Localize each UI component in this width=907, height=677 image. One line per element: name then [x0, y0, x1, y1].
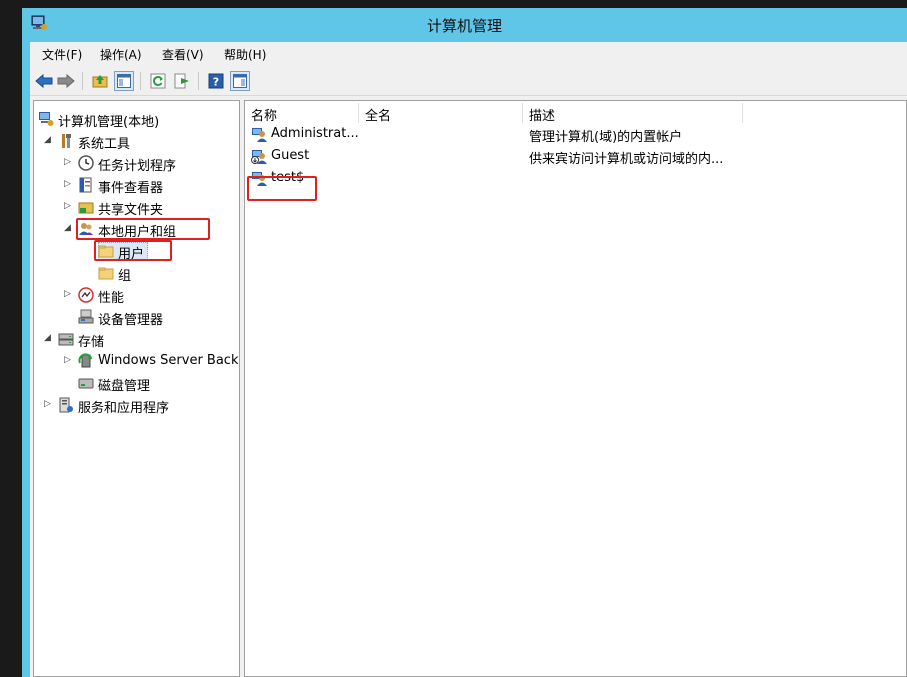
show-hide-action-pane-icon[interactable] — [230, 71, 250, 91]
window-title: 计算机管理 — [426, 17, 502, 35]
up-folder-icon[interactable] — [90, 71, 110, 91]
annotation-highlight-test-user — [247, 176, 317, 201]
backup-icon — [78, 353, 94, 369]
collapse-arrow-icon[interactable]: ◢ — [44, 333, 54, 345]
title-bar[interactable]: 计算机管理 — [22, 8, 907, 40]
cell-name: Administrat... — [271, 126, 359, 141]
tools-icon — [58, 133, 74, 149]
column-header-name[interactable]: 名称 — [245, 103, 359, 124]
tree-label: 服务和应用程序 — [78, 401, 170, 416]
menu-help[interactable]: 帮助(H) — [224, 46, 266, 63]
storage-icon — [58, 331, 74, 347]
expand-arrow-icon[interactable]: ▷ — [64, 179, 74, 191]
menu-view[interactable]: 查看(V) — [162, 46, 204, 63]
tree-node-system-tools[interactable]: ◢ 系统工具 — [36, 131, 236, 152]
column-header-full-name[interactable]: 全名 — [359, 103, 523, 124]
tree-label: 性能 — [98, 291, 125, 306]
tree-node-task-scheduler[interactable]: ▷ 任务计划程序 — [36, 153, 236, 174]
collapse-arrow-icon[interactable]: ◢ — [44, 135, 54, 147]
content-area: 计算机管理(本地) ◢ 系统工具 ▷ 任务计划程序 ▷ 事件查看器 ▷ 共享文件… — [30, 96, 907, 677]
tree-label: 组 — [118, 269, 132, 284]
tree-node-disk-management[interactable]: 磁盘管理 — [36, 373, 236, 394]
services-icon — [58, 397, 74, 413]
toolbar: ? — [30, 66, 907, 96]
tree-label: 系统工具 — [78, 137, 131, 152]
user-icon — [251, 126, 267, 142]
svg-text:?: ? — [213, 76, 219, 89]
tree-node-performance[interactable]: ▷ 性能 — [36, 285, 236, 306]
expand-arrow-icon[interactable]: ▷ — [64, 355, 74, 367]
cell-description: 供来宾访问计算机或访问域的内... — [529, 152, 724, 167]
tree-node-device-manager[interactable]: 设备管理器 — [36, 307, 236, 328]
list-row-user[interactable]: test$ — [245, 167, 906, 189]
expand-arrow-icon[interactable]: ▷ — [44, 399, 54, 411]
tree-node-storage[interactable]: ◢ 存储 — [36, 329, 236, 350]
console-tree[interactable]: 计算机管理(本地) ◢ 系统工具 ▷ 任务计划程序 ▷ 事件查看器 ▷ 共享文件… — [33, 100, 240, 677]
forward-arrow-icon[interactable] — [56, 71, 76, 91]
tree-node-groups[interactable]: 组 — [36, 263, 236, 284]
collapse-arrow-icon[interactable]: ◢ — [64, 223, 74, 235]
tree-label: 存储 — [78, 335, 105, 350]
help-icon[interactable]: ? — [206, 71, 226, 91]
details-list[interactable]: 名称 全名 描述 Administrat... 管理计算机(域)的内置帐户 Gu… — [244, 100, 907, 677]
export-list-icon[interactable] — [172, 71, 192, 91]
annotation-highlight-local-users — [76, 218, 210, 240]
menu-action[interactable]: 操作(A) — [100, 46, 142, 63]
tree-label: 计算机管理(本地) — [58, 115, 160, 130]
tree-node-event-viewer[interactable]: ▷ 事件查看器 — [36, 175, 236, 196]
user-disabled-icon — [251, 148, 267, 164]
tree-label: 任务计划程序 — [98, 159, 177, 174]
tree-label: 共享文件夹 — [98, 203, 164, 218]
tree-node-services-applications[interactable]: ▷ 服务和应用程序 — [36, 395, 236, 416]
computer-management-icon — [38, 111, 54, 127]
tree-label: Windows Server Back — [98, 353, 239, 368]
device-manager-icon — [78, 309, 94, 325]
refresh-icon[interactable] — [148, 71, 168, 91]
cell-description: 管理计算机(域)的内置帐户 — [529, 130, 683, 145]
list-row-user[interactable]: Guest 供来宾访问计算机或访问域的内... — [245, 145, 906, 167]
tree-label: 事件查看器 — [98, 181, 164, 196]
menu-bar: 文件(F) 操作(A) 查看(V) 帮助(H) — [30, 42, 907, 66]
tree-node-shared-folders[interactable]: ▷ 共享文件夹 — [36, 197, 236, 218]
annotation-highlight-users — [94, 240, 172, 261]
cell-name: Guest — [271, 148, 310, 163]
expand-arrow-icon[interactable]: ▷ — [64, 201, 74, 213]
tree-node-computer-management[interactable]: 计算机管理(本地) — [36, 109, 236, 130]
column-header-description[interactable]: 描述 — [523, 103, 743, 124]
tree-node-windows-server-backup[interactable]: ▷ Windows Server Back — [36, 351, 239, 371]
menu-file[interactable]: 文件(F) — [42, 46, 82, 63]
expand-arrow-icon[interactable]: ▷ — [64, 289, 74, 301]
folder-icon — [98, 265, 114, 281]
disk-icon — [78, 375, 94, 391]
list-row-user[interactable]: Administrat... 管理计算机(域)的内置帐户 — [245, 123, 906, 145]
expand-arrow-icon[interactable]: ▷ — [64, 157, 74, 169]
tree-label: 磁盘管理 — [98, 379, 151, 394]
tree-label: 设备管理器 — [98, 313, 164, 328]
shared-folder-icon — [78, 199, 94, 215]
show-hide-tree-icon[interactable] — [114, 71, 134, 91]
back-arrow-icon[interactable] — [34, 71, 54, 91]
performance-icon — [78, 287, 94, 303]
clock-icon — [78, 155, 94, 171]
event-viewer-icon — [78, 177, 94, 193]
computer-management-window: 计算机管理 文件(F) 操作(A) 查看(V) 帮助(H) ? 计算机管理(本地… — [22, 8, 907, 677]
